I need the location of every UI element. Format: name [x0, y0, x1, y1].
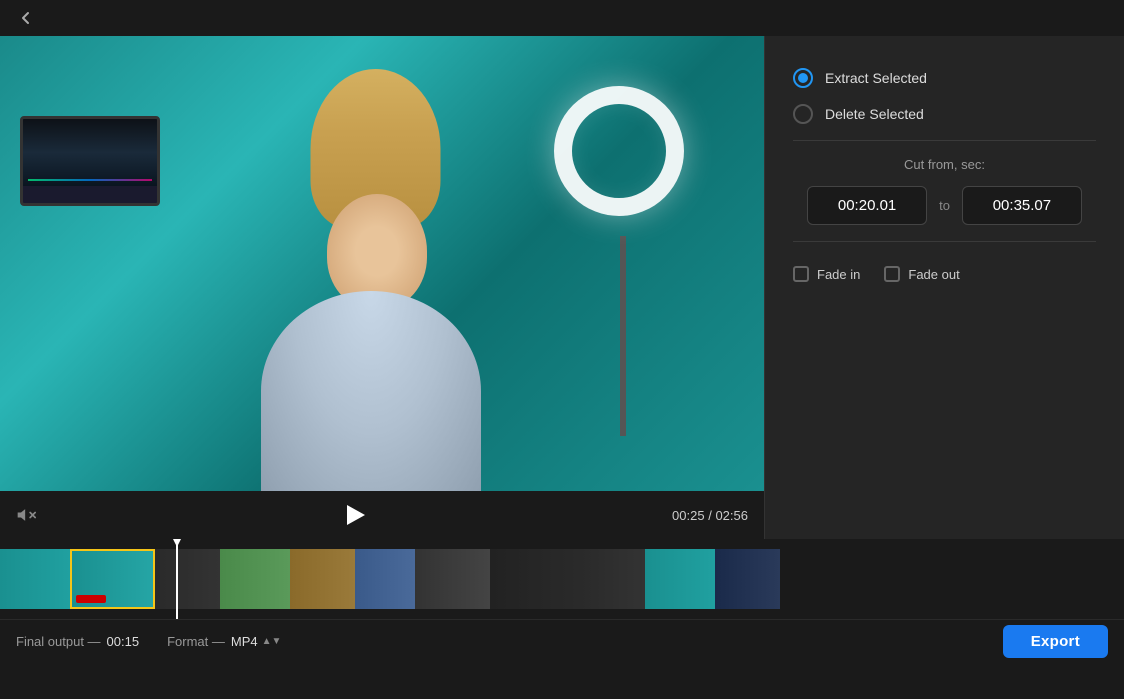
extract-selected-option[interactable]: Extract Selected: [793, 68, 1096, 88]
timeline-thumb-11[interactable]: [715, 549, 780, 609]
timeline-thumb-7[interactable]: [415, 549, 490, 609]
cut-from-label: Cut from, sec:: [793, 157, 1096, 172]
timeline-thumb-2-selected[interactable]: [70, 549, 155, 609]
bottom-bar: Final output — 00:15 Format — MP4 ▲▼ Exp…: [0, 619, 1124, 663]
operation-radio-group: Extract Selected Delete Selected: [793, 68, 1096, 124]
chevron-down-icon: ▲▼: [262, 636, 282, 647]
main-layout: 00:25 / 02:56 Extract Selected Delete Se…: [0, 36, 1124, 539]
timeline-thumb-8[interactable]: [490, 549, 580, 609]
timeline-thumb-5[interactable]: [290, 549, 355, 609]
format-selector[interactable]: MP4 ▲▼: [231, 634, 282, 649]
fade-in-label: Fade in: [817, 267, 860, 282]
timeline-track: [0, 547, 1124, 611]
monitor-screen: [23, 119, 157, 186]
monitor: [20, 116, 160, 206]
top-bar: [0, 0, 1124, 36]
video-player[interactable]: [0, 36, 764, 491]
timeline-thumb-9[interactable]: [580, 549, 645, 609]
extract-selected-label: Extract Selected: [825, 70, 927, 86]
divider-1: [793, 140, 1096, 141]
back-button[interactable]: [12, 4, 40, 32]
end-time-input[interactable]: 00:35.07: [962, 186, 1082, 225]
person-body: [261, 291, 481, 491]
start-time-input[interactable]: 00:20.01: [807, 186, 927, 225]
fade-in-option[interactable]: Fade in: [793, 266, 860, 282]
play-button[interactable]: [338, 499, 370, 531]
ring-light: [554, 86, 684, 216]
ring-stand: [620, 236, 626, 436]
current-time: 00:25: [672, 508, 705, 523]
delete-selected-option[interactable]: Delete Selected: [793, 104, 1096, 124]
extract-radio-inner: [798, 73, 808, 83]
timeline-area[interactable]: [0, 539, 1124, 619]
fade-out-option[interactable]: Fade out: [884, 266, 959, 282]
final-output-label: Final output —: [16, 634, 101, 649]
timeline-thumb-4[interactable]: [220, 549, 290, 609]
cut-section: Cut from, sec: 00:20.01 to 00:35.07: [793, 157, 1096, 225]
timeline-thumb-10[interactable]: [645, 549, 715, 609]
format-value: MP4: [231, 634, 258, 649]
format-label: Format —: [167, 634, 225, 649]
delete-selected-label: Delete Selected: [825, 106, 924, 122]
timeline-thumb-6[interactable]: [355, 549, 415, 609]
mute-button[interactable]: [16, 505, 36, 525]
video-controls: 00:25 / 02:56: [0, 491, 764, 539]
to-label: to: [939, 198, 950, 213]
play-icon: [347, 505, 365, 525]
timeline-thumb-1[interactable]: [0, 549, 70, 609]
output-info: Final output — 00:15 Format — MP4 ▲▼: [16, 634, 281, 649]
right-panel: Extract Selected Delete Selected Cut fro…: [764, 36, 1124, 539]
extract-radio-outer: [793, 68, 813, 88]
timeline-thumb-3[interactable]: [155, 549, 220, 609]
export-button[interactable]: Export: [1003, 625, 1108, 658]
fade-out-checkbox[interactable]: [884, 266, 900, 282]
video-area: 00:25 / 02:56: [0, 36, 764, 539]
fade-out-label: Fade out: [908, 267, 959, 282]
timeline-cursor: [176, 539, 178, 619]
output-duration: 00:15: [107, 634, 140, 649]
divider-2: [793, 241, 1096, 242]
fade-section: Fade in Fade out: [793, 266, 1096, 282]
cut-inputs: 00:20.01 to 00:35.07: [793, 186, 1096, 225]
time-sep: /: [708, 508, 712, 523]
desk-items: [20, 116, 160, 206]
total-time: 02:56: [715, 508, 748, 523]
video-background: [0, 36, 764, 491]
time-display: 00:25 / 02:56: [672, 508, 748, 523]
delete-radio-outer: [793, 104, 813, 124]
fade-in-checkbox[interactable]: [793, 266, 809, 282]
